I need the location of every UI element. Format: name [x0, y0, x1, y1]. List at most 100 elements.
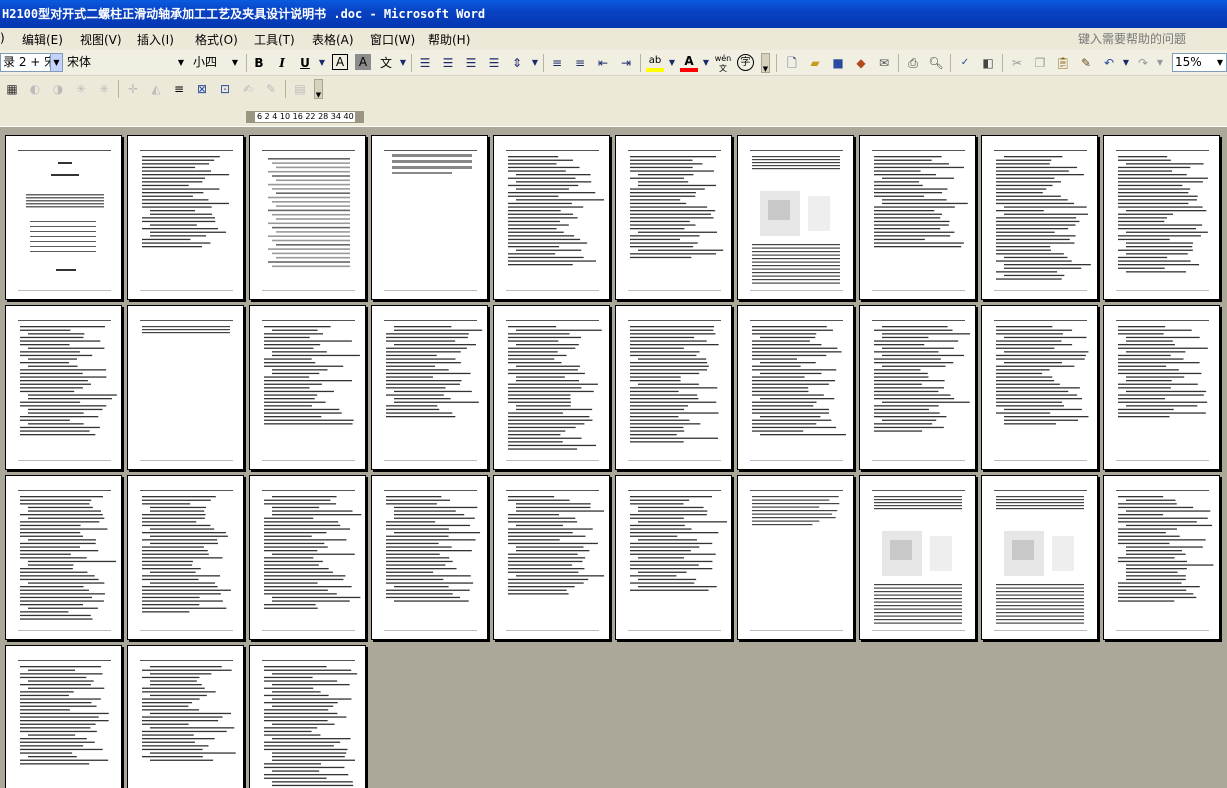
line-style-icon[interactable]: ≡	[170, 80, 188, 98]
page-thumbnail[interactable]	[859, 475, 976, 640]
char-shading-button[interactable]: A	[355, 54, 371, 70]
menu-file-partial[interactable]: )	[0, 31, 5, 45]
ruler-strip[interactable]: 6 2 4 10 16 22 28 34 40	[246, 111, 364, 123]
page-thumbnail[interactable]	[5, 475, 122, 640]
research-icon[interactable]: ◧	[979, 54, 997, 72]
italic-button[interactable]: I	[273, 54, 291, 72]
page-thumbnail[interactable]	[371, 135, 488, 300]
justify-icon[interactable]: ☰	[485, 54, 503, 72]
chevron-down-icon[interactable]: ▼	[175, 54, 187, 71]
page-thumbnail[interactable]	[859, 305, 976, 470]
font-color-button[interactable]: A	[680, 54, 698, 72]
chevron-down-icon[interactable]: ▼	[663, 54, 681, 72]
style-combo[interactable]: 录 2 + 宋 ▼	[0, 53, 63, 72]
cut-icon[interactable]: ✂	[1008, 54, 1026, 72]
crop-icon[interactable]: ✛	[124, 80, 142, 98]
page-thumbnail[interactable]	[5, 135, 122, 300]
page-thumbnail[interactable]	[5, 645, 122, 788]
page-thumbnail[interactable]	[249, 305, 366, 470]
asterisk-icon[interactable]: ✳	[95, 80, 113, 98]
format-painter-icon[interactable]: ✎	[1077, 54, 1095, 72]
page-thumbnail[interactable]	[981, 475, 1098, 640]
shape-icon[interactable]: ◑	[49, 80, 67, 98]
page-thumbnail[interactable]	[249, 135, 366, 300]
page-thumbnail[interactable]	[615, 135, 732, 300]
print-preview-icon[interactable]: 🔍︎	[927, 54, 945, 72]
menu-edit[interactable]: 编辑(E)	[22, 31, 63, 48]
font-size-combo[interactable]: 小四 ▼	[190, 53, 242, 72]
page-thumbnail[interactable]	[737, 305, 854, 470]
align-left-icon[interactable]: ☰	[416, 54, 434, 72]
text-wrap-icon[interactable]: ◭	[147, 80, 165, 98]
page-thumbnail[interactable]	[127, 645, 244, 788]
page-thumbnail[interactable]	[615, 475, 732, 640]
shape-icon[interactable]: ◐	[26, 80, 44, 98]
bold-button[interactable]: B	[250, 54, 268, 72]
page-thumbnail[interactable]	[859, 135, 976, 300]
menu-view[interactable]: 视图(V)	[80, 31, 122, 48]
spelling-icon[interactable]: ✓	[956, 54, 974, 72]
compress-icon[interactable]: ⊠	[193, 80, 211, 98]
decrease-indent-icon[interactable]: ⇤	[594, 54, 612, 72]
chevron-down-icon[interactable]: ▼	[313, 54, 331, 72]
highlight-icon[interactable]: ab	[646, 54, 664, 72]
menu-window[interactable]: 窗口(W)	[370, 31, 415, 48]
print-icon[interactable]: ⎙	[904, 54, 922, 72]
underline-button[interactable]: U	[296, 54, 314, 72]
page-thumbnail[interactable]	[493, 135, 610, 300]
page-thumbnail[interactable]	[737, 135, 854, 300]
menu-tools[interactable]: 工具(T)	[254, 31, 295, 48]
chevron-down-icon[interactable]: ▼	[1214, 54, 1226, 71]
new-document-icon[interactable]: 🗋	[783, 54, 801, 72]
page-thumbnail[interactable]	[371, 305, 488, 470]
chevron-down-icon[interactable]: ▼	[394, 54, 412, 72]
page-thumbnail[interactable]	[493, 475, 610, 640]
line-spacing-icon[interactable]: ⇕	[508, 54, 526, 72]
paste-icon[interactable]: 📋︎	[1054, 54, 1072, 72]
insert-picture-icon[interactable]: ▤	[291, 80, 309, 98]
enclose-char-button[interactable]: 字	[737, 54, 754, 71]
toolbar-options-grip[interactable]: ▼	[314, 79, 323, 99]
page-thumbnail[interactable]	[1103, 305, 1220, 470]
page-thumbnail[interactable]	[981, 135, 1098, 300]
page-thumbnail[interactable]	[249, 645, 366, 788]
page-thumbnail[interactable]	[493, 305, 610, 470]
email-icon[interactable]: ✉	[875, 54, 893, 72]
chevron-down-icon[interactable]: ▼	[1151, 54, 1169, 72]
undo-icon[interactable]: ↶	[1100, 54, 1118, 72]
increase-indent-icon[interactable]: ⇥	[617, 54, 635, 72]
chevron-down-icon[interactable]: ▼	[697, 54, 715, 72]
permission-icon[interactable]: ◆	[852, 54, 870, 72]
page-thumbnail[interactable]	[127, 475, 244, 640]
page-thumbnail[interactable]	[1103, 135, 1220, 300]
align-center-icon[interactable]: ☰	[439, 54, 457, 72]
document-pages-area[interactable]	[0, 126, 1227, 788]
align-right-icon[interactable]: ☰	[462, 54, 480, 72]
copy-icon[interactable]: ❐	[1031, 54, 1049, 72]
zoom-combo[interactable]: 15% ▼	[1172, 53, 1227, 72]
char-border-button[interactable]: A	[332, 54, 348, 70]
menu-table[interactable]: 表格(A)	[312, 31, 354, 48]
menu-help[interactable]: 帮助(H)	[428, 31, 470, 48]
phonetic-guide-button[interactable]: wén 文	[714, 54, 732, 73]
reset-picture-icon[interactable]: ✎	[262, 80, 280, 98]
page-thumbnail[interactable]	[127, 305, 244, 470]
save-icon[interactable]: ■	[829, 54, 847, 72]
horizontal-ruler[interactable]: 6 2 4 10 16 22 28 34 40	[0, 104, 1227, 126]
chevron-down-icon[interactable]: ▼	[229, 54, 241, 71]
font-combo[interactable]: 宋体 ▼	[64, 53, 188, 72]
menu-insert[interactable]: 插入(I)	[137, 31, 174, 48]
page-thumbnail[interactable]	[737, 475, 854, 640]
page-thumbnail[interactable]	[249, 475, 366, 640]
chevron-down-icon[interactable]: ▼	[1117, 54, 1135, 72]
char-scale-icon[interactable]: 文	[377, 54, 395, 72]
redo-icon[interactable]: ↷	[1134, 54, 1152, 72]
page-thumbnail[interactable]	[981, 305, 1098, 470]
page-thumbnail[interactable]	[615, 305, 732, 470]
help-question-input[interactable]: 键入需要帮助的问题	[1072, 30, 1222, 47]
page-thumbnail[interactable]	[5, 305, 122, 470]
table-layout-icon[interactable]: ▦	[3, 80, 21, 98]
menu-format[interactable]: 格式(O)	[195, 31, 238, 48]
chevron-down-icon[interactable]: ▼	[526, 54, 544, 72]
page-thumbnail[interactable]	[371, 475, 488, 640]
